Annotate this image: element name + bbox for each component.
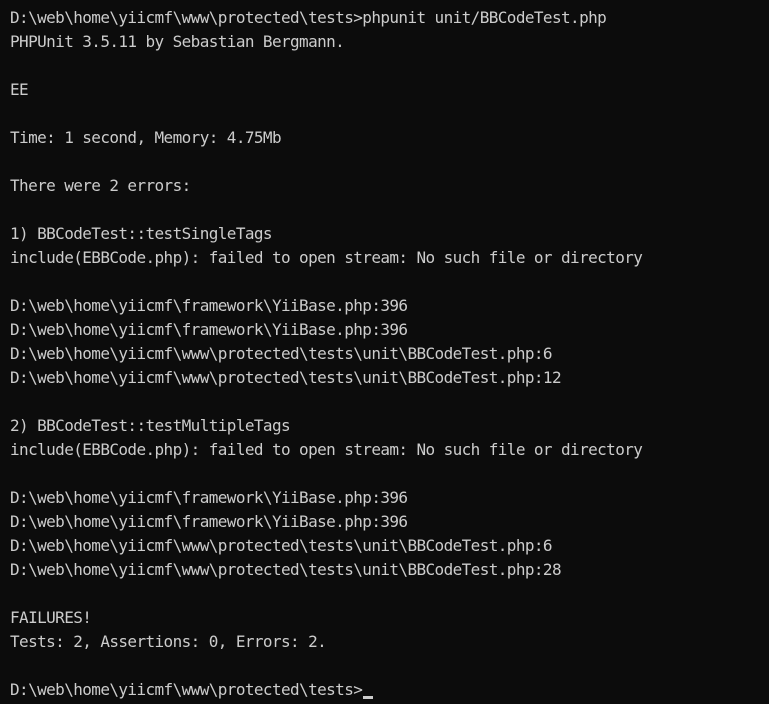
terminal-window[interactable]: D:\web\home\yiicmf\www\protected\tests>p… <box>0 0 769 704</box>
test-progress-line: EE <box>10 80 29 99</box>
phpunit-version-line: PHPUnit 3.5.11 by Sebastian Bergmann. <box>10 32 345 51</box>
failures-heading: FAILURES! <box>10 608 92 627</box>
prompt-line[interactable]: D:\web\home\yiicmf\www\protected\tests> <box>10 678 374 702</box>
error-2-title: 2) BBCodeTest::testMultipleTags <box>10 416 291 435</box>
error-2-trace-line: D:\web\home\yiicmf\framework\YiiBase.php… <box>10 512 408 531</box>
text-cursor <box>363 696 374 699</box>
error-1-trace-line: D:\web\home\yiicmf\framework\YiiBase.php… <box>10 296 408 315</box>
errors-summary-line: There were 2 errors: <box>10 176 191 195</box>
error-1-title: 1) BBCodeTest::testSingleTags <box>10 224 273 243</box>
error-2-trace-line: D:\web\home\yiicmf\www\protected\tests\u… <box>10 536 553 555</box>
tests-summary-line: Tests: 2, Assertions: 0, Errors: 2. <box>10 632 327 651</box>
prompt-text: D:\web\home\yiicmf\www\protected\tests> <box>10 680 363 699</box>
error-1-trace-line: D:\web\home\yiicmf\www\protected\tests\u… <box>10 368 562 387</box>
time-memory-line: Time: 1 second, Memory: 4.75Mb <box>10 128 282 147</box>
error-1-trace-line: D:\web\home\yiicmf\framework\YiiBase.php… <box>10 320 408 339</box>
error-2-message: include(EBBCode.php): failed to open str… <box>10 440 643 459</box>
error-1-message: include(EBBCode.php): failed to open str… <box>10 248 643 267</box>
error-1-trace-line: D:\web\home\yiicmf\www\protected\tests\u… <box>10 344 553 363</box>
error-2-trace-line: D:\web\home\yiicmf\framework\YiiBase.php… <box>10 488 408 507</box>
error-2-trace-line: D:\web\home\yiicmf\www\protected\tests\u… <box>10 560 562 579</box>
command-line: D:\web\home\yiicmf\www\protected\tests>p… <box>10 8 607 27</box>
